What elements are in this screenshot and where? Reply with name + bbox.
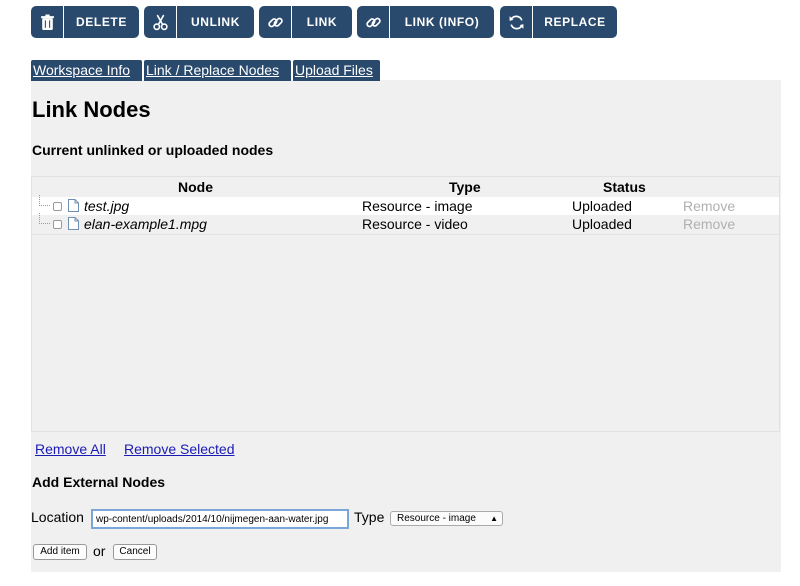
node-status: Uploaded — [572, 216, 632, 232]
node-type: Resource - image — [362, 198, 473, 214]
file-icon — [68, 199, 79, 212]
type-label: Type — [354, 509, 385, 525]
cancel-button[interactable]: Cancel — [113, 544, 157, 560]
tab-upload-files[interactable]: Upload Files — [293, 60, 380, 81]
add-external-title: Add External Nodes — [32, 474, 166, 490]
remove-node-link[interactable]: Remove — [683, 198, 735, 214]
section-subtitle: Current unlinked or uploaded nodes — [32, 142, 274, 158]
row-checkbox[interactable] — [53, 202, 62, 211]
row-checkbox[interactable] — [53, 220, 62, 229]
node-name: elan-example1.mpg — [84, 216, 207, 232]
trash-icon — [31, 6, 64, 38]
link-info-button-label: LINK (INFO) — [404, 15, 480, 29]
remove-all-link[interactable]: Remove All — [35, 441, 106, 457]
tree-connector — [39, 195, 50, 206]
node-type: Resource - video — [362, 216, 468, 232]
table-header: Node Type Status — [32, 177, 779, 197]
link-info-button[interactable]: LINK (INFO) — [357, 6, 494, 38]
scissors-icon — [144, 6, 177, 38]
tab-workspace-info[interactable]: Workspace Info — [31, 60, 142, 81]
delete-button[interactable]: DELETE — [31, 6, 139, 38]
replace-button-label: REPLACE — [544, 15, 606, 29]
link-button[interactable]: LINK — [259, 6, 352, 38]
link-icon — [259, 6, 292, 38]
location-label: Location — [31, 509, 84, 525]
location-input[interactable] — [91, 509, 349, 529]
page-bottom — [0, 572, 800, 586]
table-row[interactable]: elan-example1.mpg Resource - video Uploa… — [32, 213, 779, 235]
unlink-button-label: UNLINK — [191, 15, 240, 29]
tree-connector — [39, 213, 50, 224]
node-name: test.jpg — [84, 198, 130, 214]
panel-edge — [781, 176, 800, 436]
column-header-status: Status — [603, 179, 646, 195]
column-header-node: Node — [178, 179, 213, 195]
nodes-table: Node Type Status test.jpg Resource - ima… — [31, 176, 780, 432]
node-status: Uploaded — [572, 198, 632, 214]
replace-button[interactable]: REPLACE — [500, 6, 617, 38]
add-item-button[interactable]: Add item — [33, 544, 87, 560]
page-title: Link Nodes — [32, 97, 151, 122]
refresh-icon — [500, 6, 533, 38]
remove-node-link[interactable]: Remove — [683, 216, 735, 232]
link-button-label: LINK — [306, 15, 338, 29]
table-row[interactable]: test.jpg Resource - image Uploaded Remov… — [32, 195, 779, 216]
file-icon — [68, 217, 79, 230]
link-icon — [357, 6, 390, 38]
select-arrows-icon: ▲ — [490, 514, 498, 523]
remove-selected-link[interactable]: Remove Selected — [124, 441, 235, 457]
or-text: or — [93, 543, 106, 559]
type-select-value: Resource - image — [397, 513, 476, 524]
delete-button-label: DELETE — [76, 15, 127, 29]
unlink-button[interactable]: UNLINK — [144, 6, 254, 38]
column-header-type: Type — [449, 179, 481, 195]
tab-link-replace-nodes[interactable]: Link / Replace Nodes — [144, 60, 291, 81]
type-select[interactable]: Resource - image ▲ — [390, 511, 503, 526]
